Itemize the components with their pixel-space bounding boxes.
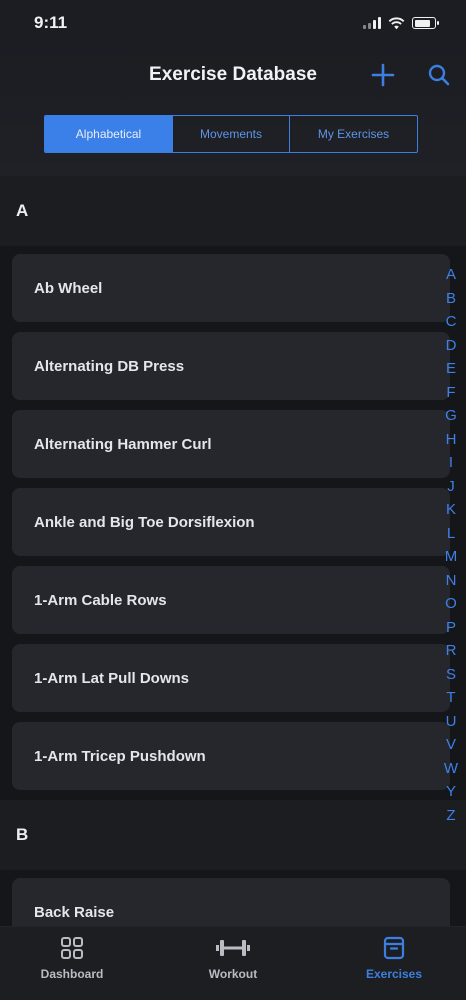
index-letter[interactable]: Y (446, 780, 456, 804)
grid-icon (61, 937, 83, 959)
plus-icon (371, 63, 395, 87)
search-icon (428, 64, 450, 86)
wifi-icon (388, 16, 405, 29)
cellular-signal-icon (363, 17, 381, 29)
tab-label: Dashboard (40, 967, 104, 981)
list-item[interactable]: Ab Wheel (12, 254, 450, 322)
index-letter[interactable]: L (447, 522, 455, 546)
search-button[interactable] (424, 60, 454, 90)
index-letter[interactable]: N (446, 569, 457, 593)
tab-exercises[interactable]: Exercises (354, 927, 434, 1000)
tab-workout[interactable]: Workout (193, 927, 273, 1000)
alphabet-index: A B C D E F G H I J K L M N O P R S T U … (440, 263, 462, 827)
list-item[interactable]: Alternating DB Press (12, 332, 450, 400)
index-letter[interactable]: W (444, 757, 458, 781)
index-letter[interactable]: K (446, 498, 456, 522)
index-letter[interactable]: V (446, 733, 456, 757)
index-letter[interactable]: D (446, 334, 457, 358)
section-a-rows: Ab Wheel Alternating DB Press Alternatin… (0, 246, 466, 798)
tab-bar: Dashboard Workout Exercises (0, 926, 466, 1000)
tab-dashboard[interactable]: Dashboard (32, 927, 112, 1000)
index-letter[interactable]: C (446, 310, 457, 334)
index-letter[interactable]: G (445, 404, 457, 428)
list-item[interactable]: 1-Arm Tricep Pushdown (12, 722, 450, 790)
list-item[interactable]: 1-Arm Lat Pull Downs (12, 644, 450, 712)
battery-icon (412, 17, 439, 29)
index-letter[interactable]: T (446, 686, 455, 710)
section-header-a: A (0, 176, 466, 246)
index-letter[interactable]: M (445, 545, 458, 569)
index-letter[interactable]: O (445, 592, 457, 616)
list-item[interactable]: Ankle and Big Toe Dorsiflexion (12, 488, 450, 556)
index-letter[interactable]: U (446, 710, 457, 734)
list-item[interactable]: Alternating Hammer Curl (12, 410, 450, 478)
list-item[interactable]: 1-Arm Cable Rows (12, 566, 450, 634)
index-letter[interactable]: S (446, 663, 456, 687)
segment-movements[interactable]: Movements (172, 116, 289, 152)
tab-label: Exercises (365, 967, 423, 981)
section-b-rows: Back Raise (0, 870, 466, 926)
index-letter[interactable]: P (446, 616, 456, 640)
exercise-list[interactable]: A Ab Wheel Alternating DB Press Alternat… (0, 176, 466, 926)
segmented-control: Alphabetical Movements My Exercises (44, 115, 418, 153)
section-header-b: B (0, 800, 466, 870)
index-letter[interactable]: B (446, 287, 456, 311)
status-time: 9:11 (34, 13, 68, 32)
index-letter[interactable]: J (447, 475, 455, 499)
index-letter[interactable]: A (446, 263, 456, 287)
archive-box-icon (383, 936, 405, 960)
list-item[interactable]: Back Raise (12, 878, 450, 926)
segment-alphabetical[interactable]: Alphabetical (45, 116, 172, 152)
index-letter[interactable]: H (446, 428, 457, 452)
index-letter[interactable]: I (449, 451, 453, 475)
index-letter[interactable]: E (446, 357, 456, 381)
dumbbell-icon (216, 940, 250, 956)
index-letter[interactable]: Z (446, 804, 455, 828)
segment-my-exercises[interactable]: My Exercises (289, 116, 417, 152)
status-bar: 9:11 (0, 0, 466, 46)
index-letter[interactable]: R (446, 639, 457, 663)
index-letter[interactable]: F (446, 381, 455, 405)
status-icons (363, 16, 439, 30)
add-exercise-button[interactable] (368, 60, 398, 90)
tab-label: Workout (208, 967, 258, 981)
nav-header: Exercise Database Alphabetical Movements… (0, 46, 466, 176)
